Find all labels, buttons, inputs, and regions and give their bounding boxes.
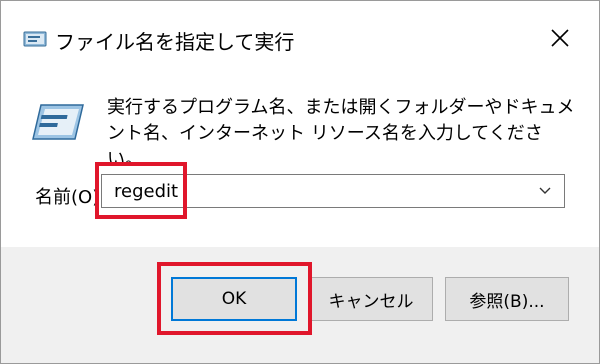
ok-button[interactable]: OK xyxy=(171,277,297,321)
close-button[interactable] xyxy=(541,19,579,57)
browse-button[interactable]: 参照(B)... xyxy=(445,277,569,321)
run-command-input[interactable] xyxy=(114,178,534,204)
run-program-icon xyxy=(32,104,84,140)
chevron-down-icon[interactable] xyxy=(536,184,554,198)
run-dialog: ファイル名を指定して実行 実行するプログラム名、または開くフォルダーやドキュメン… xyxy=(0,0,600,364)
title-bar: ファイル名を指定して実行 xyxy=(1,1,599,67)
cancel-button[interactable]: キャンセル xyxy=(309,277,433,321)
run-dialog-icon xyxy=(23,31,47,47)
dialog-content: 実行するプログラム名、または開くフォルダーやドキュメント名、インターネット リソ… xyxy=(1,67,599,247)
run-combobox[interactable] xyxy=(101,174,565,208)
dialog-description: 実行するプログラム名、または開くフォルダーやドキュメント名、インターネット リソ… xyxy=(107,97,575,170)
window-title: ファイル名を指定して実行 xyxy=(55,30,295,54)
name-label: 名前(O): xyxy=(35,187,106,208)
close-icon xyxy=(551,29,569,47)
